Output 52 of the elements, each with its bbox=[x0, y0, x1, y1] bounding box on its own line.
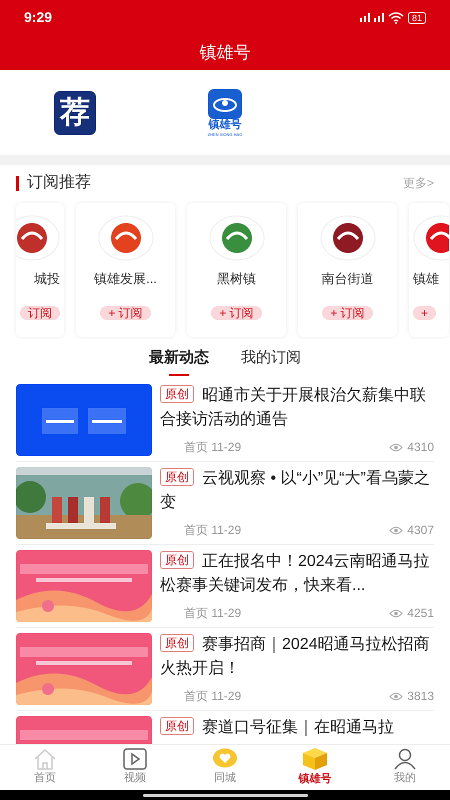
view-count: 4310 bbox=[407, 439, 434, 456]
article-title[interactable]: 原创 正在报名中！2024云南昭通马拉松赛事关键词发布，快来看... bbox=[160, 550, 434, 598]
signal-icon bbox=[374, 13, 384, 22]
account-name: 城投 bbox=[34, 270, 60, 288]
nav-tab[interactable]: 视频 bbox=[90, 745, 180, 790]
person-icon bbox=[393, 748, 417, 770]
nav-tab[interactable]: 我的 bbox=[360, 745, 450, 790]
more-link[interactable]: 更多> bbox=[402, 174, 434, 192]
view-count: 4251 bbox=[407, 605, 434, 622]
article-title[interactable]: 原创 赛事招商｜2024昭通马拉松招商火热开启！ bbox=[160, 633, 434, 681]
logo-caption: 镇雄号 bbox=[208, 118, 242, 132]
home-icon bbox=[33, 748, 57, 770]
battery-indicator: 81 bbox=[408, 12, 426, 24]
article-meta: 首页 11-29 bbox=[184, 688, 242, 705]
subscribe-button[interactable]: + 订阅 bbox=[211, 306, 262, 320]
section-title: 订阅推荐 bbox=[27, 172, 91, 193]
account-name: 南台街道 bbox=[322, 270, 374, 288]
status-time: 9:29 bbox=[24, 8, 52, 27]
eye-icon bbox=[389, 442, 404, 452]
recommend-logo[interactable]: 荐 bbox=[54, 90, 96, 134]
video-icon bbox=[123, 748, 147, 770]
logo-icon bbox=[98, 215, 154, 261]
heart-bubble-icon bbox=[212, 748, 238, 770]
article-title[interactable]: 原创 赛道口号征集｜在昭通马拉 bbox=[160, 716, 434, 740]
nav-tab[interactable]: 首页 bbox=[0, 745, 90, 790]
feed-tab[interactable]: 我的订阅 bbox=[241, 347, 301, 379]
nav-tab[interactable]: 同城 bbox=[180, 745, 270, 790]
signal-icon bbox=[360, 13, 370, 22]
nav-tab[interactable]: 镇雄号 bbox=[270, 745, 360, 790]
logo-icon bbox=[208, 215, 264, 261]
wifi-icon bbox=[388, 12, 404, 24]
account-name: 镇雄发展... bbox=[94, 270, 157, 288]
logo-icon bbox=[320, 215, 376, 261]
eye-icon bbox=[389, 526, 404, 534]
box-icon bbox=[302, 747, 328, 772]
account-name: 镇雄 bbox=[413, 270, 439, 288]
article-meta: 首页 11-29 bbox=[184, 439, 242, 456]
feed-tab[interactable]: 最新动态 bbox=[149, 347, 209, 379]
article-title[interactable]: 原创 云视观察 • 以“小”见“大”看乌蒙之变 bbox=[160, 467, 434, 515]
subscribe-button[interactable]: + bbox=[413, 306, 436, 320]
view-count: 3813 bbox=[407, 688, 434, 705]
page-title: 镇雄号 bbox=[200, 42, 250, 64]
article-meta: 首页 11-29 bbox=[184, 522, 242, 539]
account-name: 黑树镇 bbox=[217, 270, 256, 288]
subscribe-button[interactable]: + 订阅 bbox=[100, 306, 151, 320]
subscribe-button[interactable]: + 订阅 bbox=[322, 306, 373, 320]
eye-icon bbox=[389, 692, 404, 700]
article-meta: 首页 11-29 bbox=[184, 605, 242, 622]
subscribe-button[interactable]: 订阅 bbox=[20, 306, 60, 320]
view-count: 4307 bbox=[407, 522, 434, 539]
article-title[interactable]: 原创 昭通市关于开展根治欠薪集中联合接访活动的通告 bbox=[160, 384, 434, 432]
eye-icon bbox=[389, 608, 404, 618]
